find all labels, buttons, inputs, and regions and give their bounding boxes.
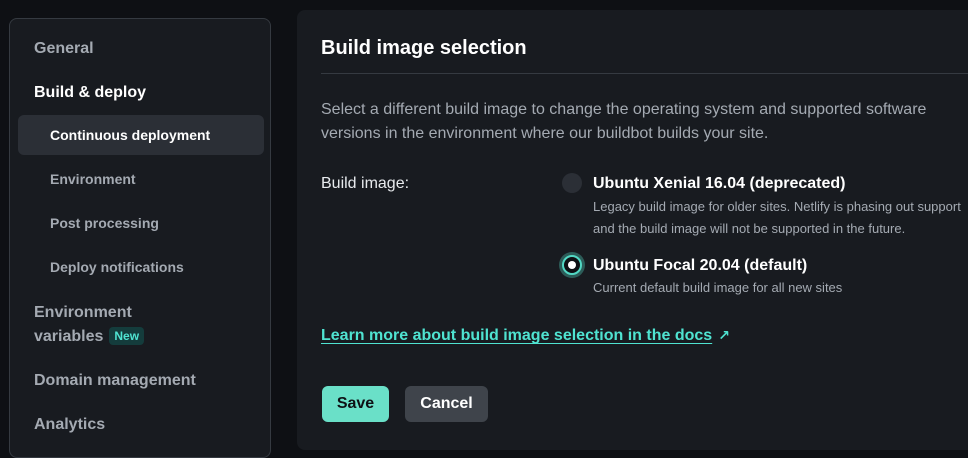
- sidebar-item-label-line1: Environment: [34, 304, 132, 321]
- divider: [321, 73, 968, 74]
- settings-sidebar: General Build & deploy Continuous deploy…: [9, 18, 271, 458]
- sidebar-subitem-post-processing[interactable]: Post processing: [18, 203, 264, 243]
- option-focal-title[interactable]: Ubuntu Focal 20.04 (default): [593, 254, 807, 278]
- save-button[interactable]: Save: [322, 386, 389, 422]
- card-description: Select a different build image to change…: [321, 101, 927, 142]
- sidebar-item-label-line2: variables New: [34, 325, 145, 349]
- option-xenial-title[interactable]: Ubuntu Xenial 16.04 (deprecated): [593, 172, 846, 196]
- docs-link-text: Learn more about build image selection i…: [321, 327, 713, 344]
- card-title: Build image selection: [321, 37, 527, 59]
- cancel-button[interactable]: Cancel: [405, 386, 488, 422]
- radio-xenial[interactable]: [562, 173, 582, 193]
- sidebar-subitem-deploy-notifications[interactable]: Deploy notifications: [18, 247, 264, 287]
- option-focal-description: Current default build image for all new …: [593, 280, 843, 295]
- external-link-icon: ↗: [718, 327, 730, 343]
- docs-link[interactable]: Learn more about build image selection i…: [321, 323, 730, 348]
- option-xenial-description: Legacy build image for older sites. Netl…: [593, 199, 961, 236]
- sidebar-item-domain-management[interactable]: Domain management: [34, 369, 196, 393]
- new-badge: New: [109, 327, 145, 345]
- build-image-label: Build image:: [321, 175, 410, 192]
- sidebar-item-analytics[interactable]: Analytics: [34, 413, 105, 437]
- sidebar-item-general[interactable]: General: [34, 37, 94, 61]
- sidebar-item-build-deploy[interactable]: Build & deploy: [34, 81, 146, 105]
- sidebar-item-environment-variables[interactable]: Environment variables New: [34, 301, 145, 349]
- sidebar-subitem-continuous-deployment[interactable]: Continuous deployment: [18, 115, 264, 155]
- build-image-card: Build image selection Select a different…: [297, 10, 968, 450]
- radio-focal[interactable]: [562, 255, 582, 275]
- sidebar-subitem-environment[interactable]: Environment: [18, 159, 264, 199]
- radio-selected-dot: [568, 261, 576, 269]
